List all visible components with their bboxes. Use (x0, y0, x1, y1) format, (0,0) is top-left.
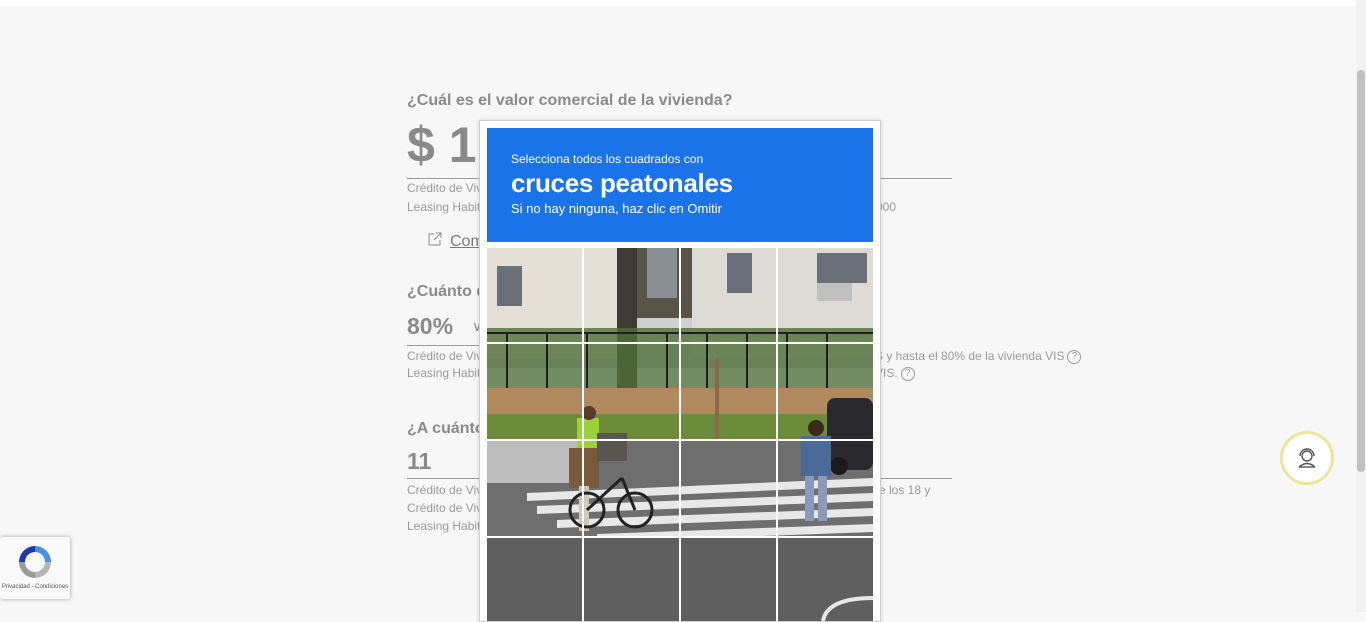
help-icon[interactable]: ? (1067, 349, 1082, 364)
captcha-tile[interactable] (584, 248, 679, 342)
question-property-value: ¿Cuál es el valor comercial de la vivien… (407, 92, 733, 109)
leasing-note: Leasing Habit (407, 200, 481, 214)
help-icon[interactable]: ? (900, 366, 915, 381)
captcha-tile[interactable] (778, 538, 873, 621)
captcha-instruction: Selecciona todos los cuadrados con (511, 152, 704, 166)
captcha-tile[interactable] (681, 441, 776, 536)
credit-note-tail: re los 18 y (875, 483, 931, 497)
captcha-tile[interactable] (681, 344, 776, 439)
captcha-tile[interactable] (487, 441, 582, 536)
captcha-instructions: Selecciona todos los cuadrados con cruce… (487, 128, 873, 242)
credit-note: Crédito de Viv (407, 483, 483, 497)
leasing-note: Leasing Habit (407, 519, 481, 533)
captcha-image-grid (487, 248, 873, 621)
financing-percent-select[interactable]: 80% (407, 313, 453, 340)
captcha-tile[interactable] (778, 344, 873, 439)
captcha-tile[interactable] (584, 538, 679, 621)
external-link-icon (428, 232, 442, 246)
term-input[interactable]: 11 (407, 448, 431, 475)
question-term: ¿A cuánto (407, 420, 485, 437)
captcha-tile[interactable] (487, 344, 582, 439)
captcha-tile[interactable] (778, 248, 873, 342)
captcha-tile[interactable] (681, 538, 776, 621)
credit-note: Crédito de Viv (407, 501, 483, 515)
recaptcha-logo-icon (19, 546, 51, 578)
credit-note: Crédito de Viv (407, 181, 483, 195)
captcha-tile[interactable] (487, 538, 582, 621)
captcha-tile[interactable] (681, 248, 776, 342)
captcha-tile[interactable] (584, 441, 679, 536)
financing-percent-underline (407, 345, 487, 346)
recaptcha-terms[interactable]: Privacidad - Condiciones (0, 584, 70, 590)
scrollbar[interactable] (1356, 0, 1366, 612)
support-chat-button[interactable] (1280, 431, 1334, 485)
leasing-note: Leasing Habit (407, 366, 481, 380)
captcha-tile[interactable] (487, 248, 582, 342)
captcha-hint: Si no hay ninguna, haz clic en Omitir (511, 201, 722, 216)
captcha-tile[interactable] (778, 441, 873, 536)
question-financing-percent: ¿Cuánto d (407, 283, 487, 300)
top-bar (0, 0, 1356, 6)
credit-note: Crédito de Viv (407, 349, 483, 363)
scrollbar-thumb[interactable] (1357, 70, 1365, 472)
captcha-target: cruces peatonales (511, 168, 733, 198)
credit-note-tail: S y hasta el 80% de la vivienda VIS? (875, 349, 1082, 364)
support-agent-icon (1298, 448, 1316, 468)
property-value-input[interactable]: $ 1 (407, 116, 477, 174)
captcha-tile[interactable] (584, 344, 679, 439)
recaptcha-badge[interactable]: Privacidad - Condiciones (0, 537, 70, 599)
recaptcha-challenge: Selecciona todos los cuadrados con cruce… (479, 120, 881, 622)
